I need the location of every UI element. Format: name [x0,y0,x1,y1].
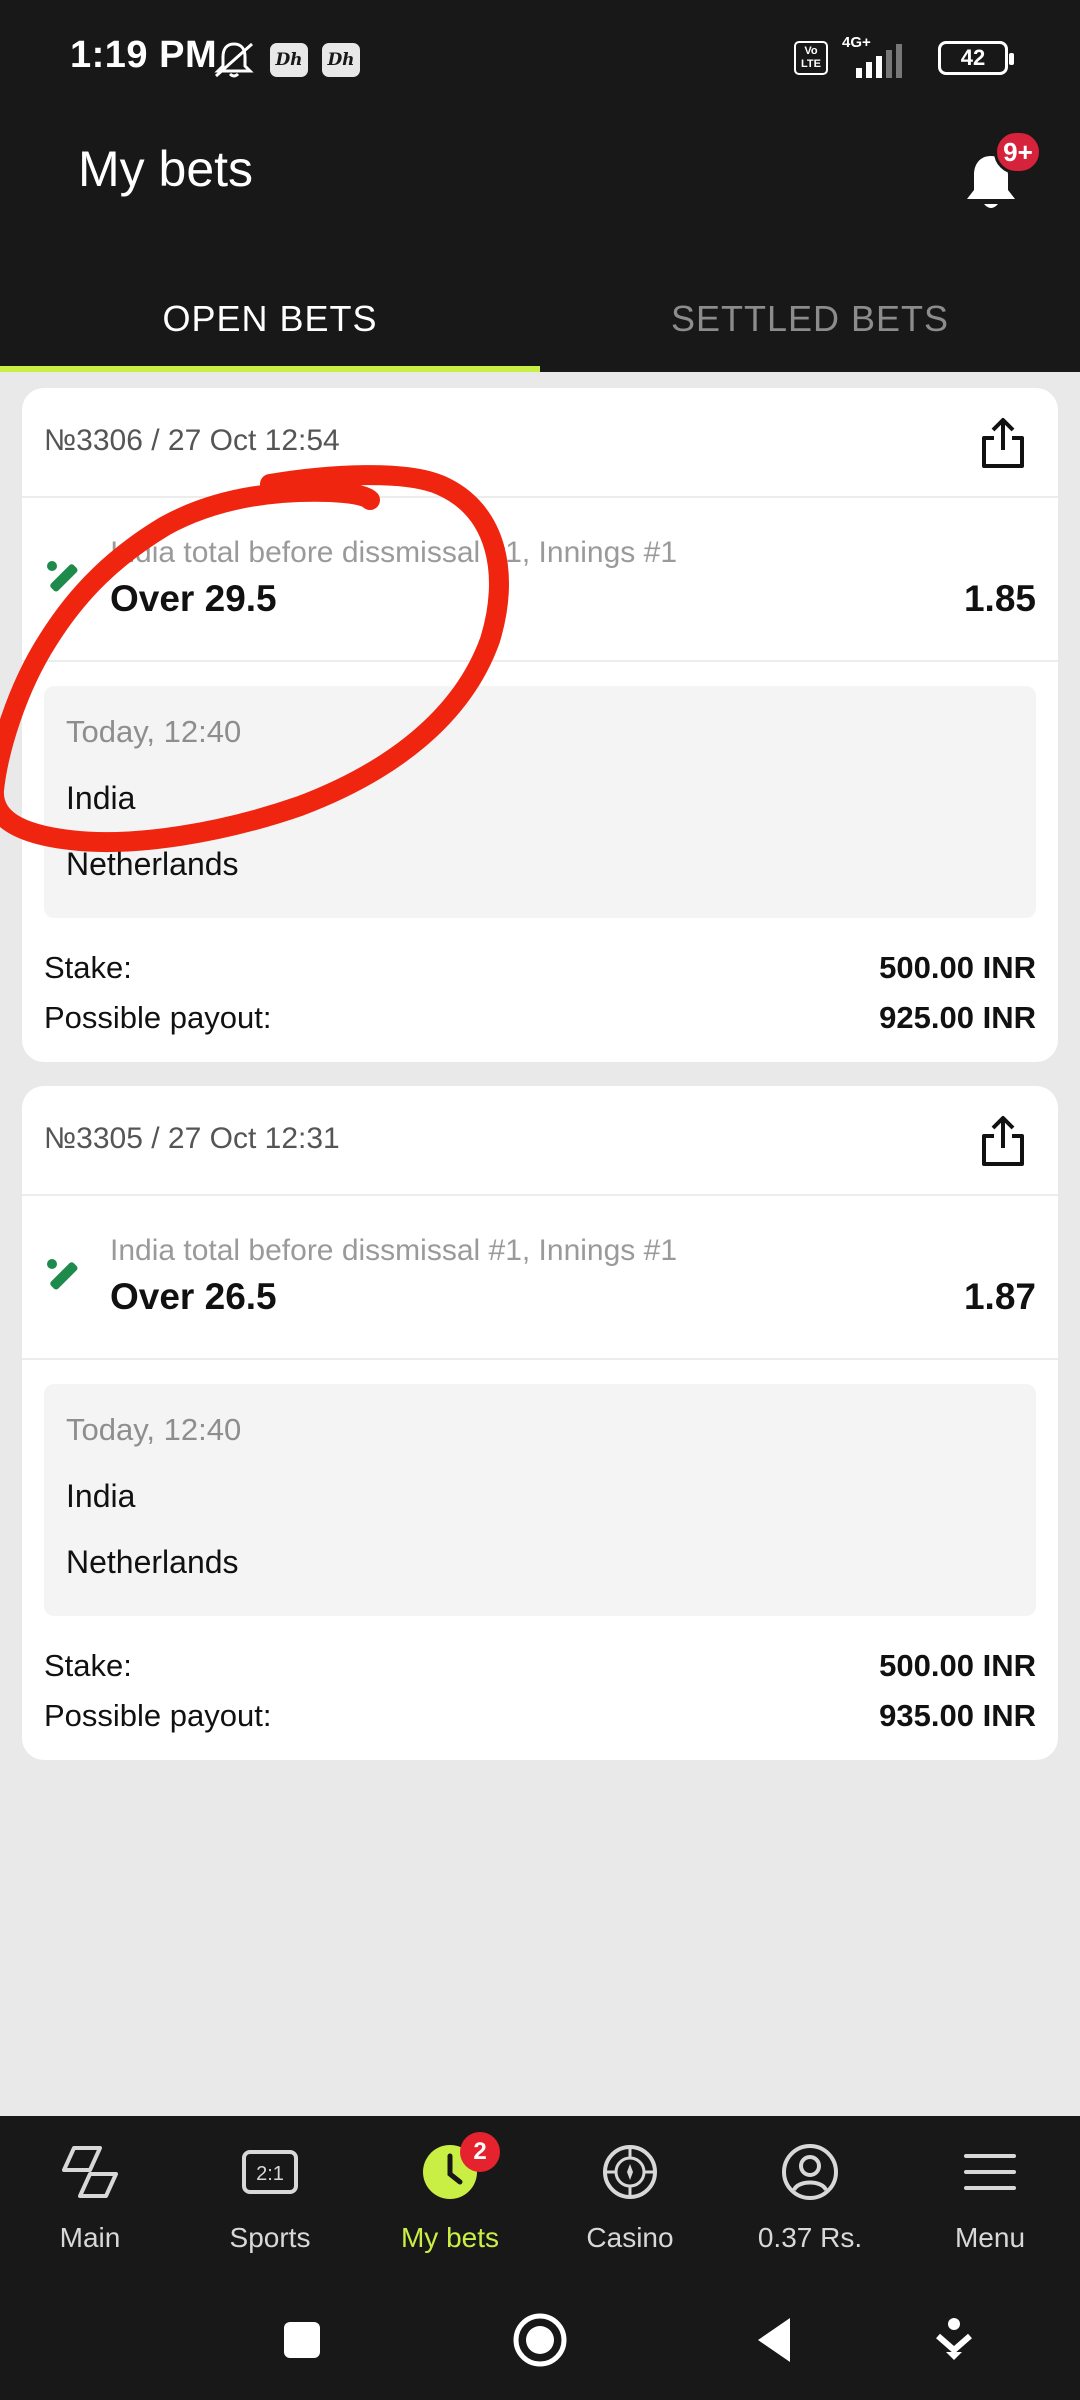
nav-menu[interactable]: Menu [900,2116,1080,2280]
signal-icon: 4G+ [842,34,924,78]
event-team-1: India [66,1478,136,1514]
nav-label: Casino [586,2222,674,2253]
bet-id: №3305 / 27 Oct 12:31 [44,1122,340,1155]
stake-label: Stake: [44,950,132,985]
bottom-nav: Main 2:1 Sports 2 My bets Casino 0.37 Rs… [0,2116,1080,2280]
payout-row: Possible payout: 925.00 INR [44,1000,1036,1036]
accessibility-icon[interactable] [922,2308,986,2372]
page-title: My bets [78,141,254,197]
cricket-icon [47,561,78,592]
event-team-2: Netherlands [66,1544,239,1580]
recent-apps-icon[interactable] [270,2308,334,2372]
volte-icon: Vo LTE [794,41,828,75]
event-time: Today, 12:40 [66,714,242,749]
nav-label: My bets [400,2222,500,2253]
bets-tabs: OPEN BETS SETTLED BETS [0,266,1080,372]
nav-my-bets[interactable]: 2 My bets [360,2116,540,2280]
payout-value: 925.00 INR [879,1000,1036,1035]
bet-selection: India total before dissmissal #1, Inning… [22,498,1058,662]
event-team-1: India [66,780,136,816]
bet-card-header: №3305 / 27 Oct 12:31 [22,1086,1058,1196]
nav-sports[interactable]: 2:1 Sports [180,2116,360,2280]
bet-outcome: Over 26.5 [110,1276,277,1317]
notification-badge: 9+ [994,130,1042,174]
stake-row: Stake: 500.00 INR [44,950,1036,986]
bet-card-header: №3306 / 27 Oct 12:54 [22,388,1058,498]
main-icon [62,2146,118,2198]
app-header: My bets 9+ OPEN BETS SETTLED BETS [0,118,1080,372]
bet-selection: India total before dissmissal #1, Inning… [22,1196,1058,1360]
bet-market: India total before dissmissal #1, Inning… [110,536,677,569]
stake-value: 500.00 INR [879,1648,1036,1683]
status-icons-right: Vo LTE 4G+ 42 [794,34,1014,78]
payout-label: Possible payout: [44,1698,272,1733]
payout-label: Possible payout: [44,1000,272,1035]
account-icon [782,2144,838,2200]
payout-value: 935.00 INR [879,1698,1036,1733]
app-notification-icon: Dh [322,43,360,77]
sports-icon: 2:1 [242,2150,298,2194]
bet-odds: 1.85 [963,578,1036,619]
nav-main[interactable]: Main [0,2116,180,2280]
back-icon[interactable] [746,2308,810,2372]
bet-id: №3306 / 27 Oct 12:54 [44,424,340,457]
status-icons-left: Dh Dh [212,40,360,80]
payout-row: Possible payout: 935.00 INR [44,1698,1036,1734]
nav-account[interactable]: 0.37 Rs. [720,2116,900,2280]
bet-market: India total before dissmissal #1, Inning… [110,1234,677,1267]
event-time: Today, 12:40 [66,1412,242,1447]
casino-icon [603,2145,657,2199]
bet-card[interactable]: №3306 / 27 Oct 12:54 India total before … [22,388,1058,1062]
nav-label: Main [59,2222,121,2253]
system-nav-bar [0,2280,1080,2400]
stake-label: Stake: [44,1648,132,1683]
battery-level: 42 [960,45,986,70]
bet-outcome: Over 29.5 [110,578,277,619]
share-icon[interactable] [972,412,1034,474]
sports-icon-text: 2:1 [256,2163,284,2185]
tab-settled-bets[interactable]: SETTLED BETS [540,266,1080,372]
nav-casino[interactable]: Casino [540,2116,720,2280]
tab-open-bets[interactable]: OPEN BETS [0,266,540,372]
nav-label: 0.37 Rs. [757,2222,863,2253]
share-icon[interactable] [972,1110,1034,1172]
event-box[interactable]: Today, 12:40 India Netherlands [44,686,1036,918]
mute-icon [214,42,254,78]
home-icon[interactable] [508,2308,572,2372]
battery-icon: 42 [938,41,1014,75]
nav-label: Sports [229,2222,311,2253]
bet-card[interactable]: №3305 / 27 Oct 12:31 India total before … [22,1086,1058,1760]
nav-label: Menu [954,2222,1026,2253]
cricket-icon [47,1259,78,1290]
event-team-2: Netherlands [66,846,239,882]
menu-icon [964,2154,1016,2190]
bet-odds: 1.87 [963,1276,1036,1317]
event-box[interactable]: Today, 12:40 India Netherlands [44,1384,1036,1616]
status-bar: 1:19 PM Dh Dh Vo LTE 4G+ 42 [0,0,1080,118]
stake-value: 500.00 INR [879,950,1036,985]
my-bets-badge: 2 [460,2132,500,2172]
status-time: 1:19 PM [70,34,218,76]
app-notification-icon: Dh [270,43,308,77]
stake-row: Stake: 500.00 INR [44,1648,1036,1684]
